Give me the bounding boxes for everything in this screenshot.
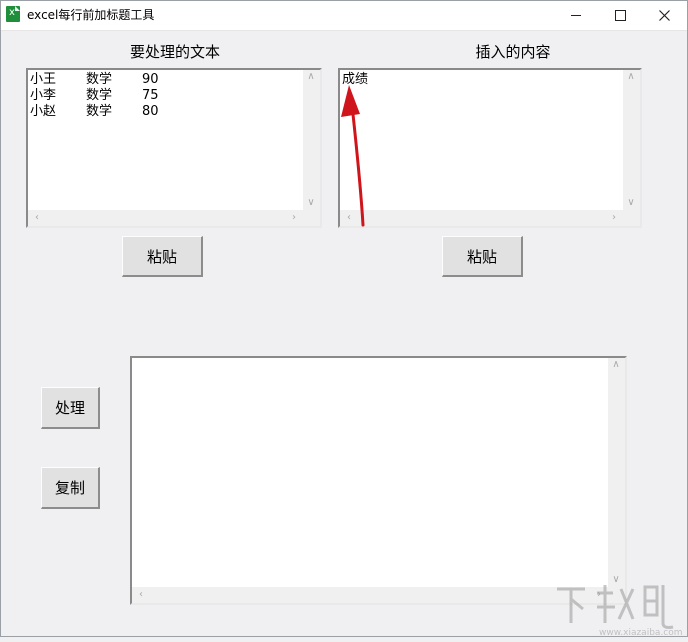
text-cell: 90 bbox=[142, 72, 159, 87]
scrollbar-corner bbox=[608, 587, 625, 603]
scrollbar-corner bbox=[303, 210, 320, 226]
text-cell: 小王 bbox=[30, 72, 57, 87]
minimize-button[interactable] bbox=[553, 1, 599, 30]
maximize-icon bbox=[614, 10, 626, 21]
title-bar[interactable]: excel每行前加标题工具 bbox=[1, 1, 687, 31]
scroll-right-icon[interactable]: › bbox=[288, 213, 300, 223]
source-text-area[interactable]: 小王 数学 90 小李 数学 75 小赵 数学 80 ∧ ∨ ‹ › bbox=[26, 68, 322, 228]
vertical-scrollbar[interactable]: ∧ ∨ bbox=[623, 70, 640, 210]
scroll-down-icon[interactable]: ∨ bbox=[305, 198, 317, 208]
source-text-label: 要处理的文本 bbox=[129, 43, 220, 61]
paste-insert-button[interactable]: 粘贴 bbox=[442, 236, 523, 277]
excel-icon bbox=[6, 6, 20, 22]
close-button[interactable] bbox=[641, 1, 687, 30]
close-icon bbox=[658, 10, 670, 21]
text-cell: 数学 bbox=[86, 104, 113, 119]
horizontal-scrollbar[interactable]: ‹ › bbox=[340, 210, 623, 226]
text-cell: 数学 bbox=[86, 72, 113, 87]
minimize-icon bbox=[571, 15, 581, 16]
vertical-scrollbar[interactable]: ∧ ∨ bbox=[303, 70, 320, 210]
scroll-down-icon[interactable]: ∨ bbox=[610, 575, 622, 585]
scroll-up-icon[interactable]: ∧ bbox=[305, 72, 317, 82]
scroll-left-icon[interactable]: ‹ bbox=[343, 213, 355, 223]
scroll-right-icon[interactable]: › bbox=[593, 590, 605, 600]
window-title: excel每行前加标题工具 bbox=[27, 8, 155, 22]
insert-content-text: 成绩 bbox=[342, 72, 369, 87]
scroll-down-icon[interactable]: ∨ bbox=[625, 198, 637, 208]
copy-button[interactable]: 复制 bbox=[41, 467, 100, 509]
maximize-button[interactable] bbox=[597, 1, 643, 30]
insert-content-label: 插入的内容 bbox=[475, 43, 551, 61]
vertical-scrollbar[interactable]: ∧ ∨ bbox=[608, 358, 625, 587]
scroll-left-icon[interactable]: ‹ bbox=[135, 590, 147, 600]
text-row: 小李 数学 75 bbox=[30, 88, 302, 104]
text-row: 小王 数学 90 bbox=[30, 72, 302, 88]
process-button[interactable]: 处理 bbox=[41, 387, 100, 429]
text-cell: 小赵 bbox=[30, 104, 57, 119]
text-cell: 小李 bbox=[30, 88, 57, 103]
paste-source-button[interactable]: 粘贴 bbox=[122, 236, 203, 277]
scrollbar-corner bbox=[623, 210, 640, 226]
output-text-area[interactable]: ∧ ∨ ‹ › bbox=[130, 356, 627, 605]
text-row: 小赵 数学 80 bbox=[30, 104, 302, 120]
text-cell: 80 bbox=[142, 104, 159, 119]
text-cell: 75 bbox=[142, 88, 159, 103]
source-text-content: 小王 数学 90 小李 数学 75 小赵 数学 80 bbox=[30, 72, 302, 120]
scroll-right-icon[interactable]: › bbox=[608, 213, 620, 223]
text-cell: 数学 bbox=[86, 88, 113, 103]
horizontal-scrollbar[interactable]: ‹ › bbox=[132, 587, 608, 603]
scroll-up-icon[interactable]: ∧ bbox=[625, 72, 637, 82]
horizontal-scrollbar[interactable]: ‹ › bbox=[28, 210, 303, 226]
insert-content-area[interactable]: 成绩 ∧ ∨ ‹ › bbox=[338, 68, 642, 228]
scroll-up-icon[interactable]: ∧ bbox=[610, 360, 622, 370]
app-window: excel每行前加标题工具 要处理的文本 小王数学90小李数学75小赵数学80 … bbox=[0, 0, 688, 638]
scroll-left-icon[interactable]: ‹ bbox=[31, 213, 43, 223]
